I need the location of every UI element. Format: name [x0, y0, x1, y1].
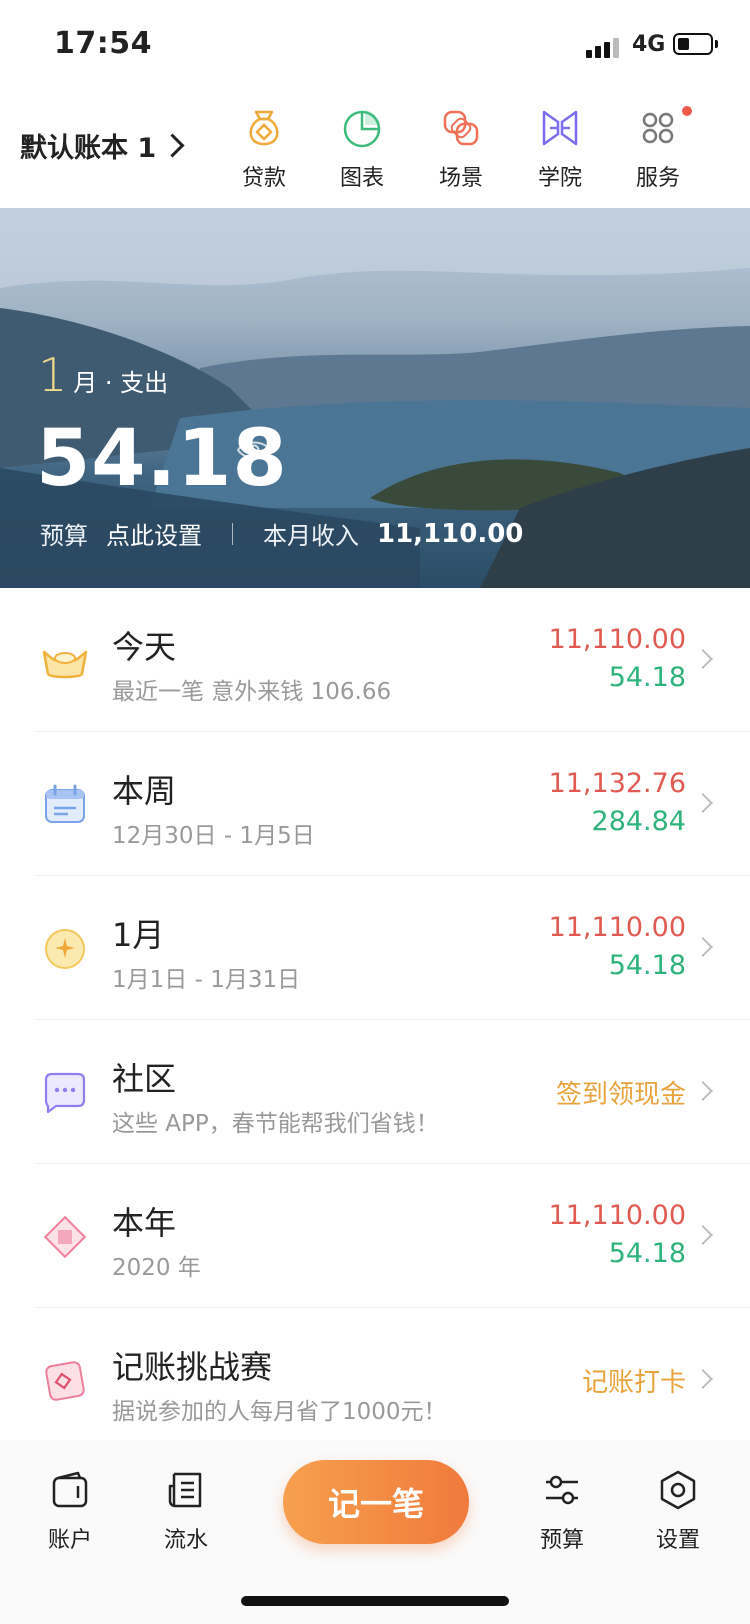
list-item-community[interactable]: 社区 这些 APP，春节能帮我们省钱！ 签到领现金 [0, 1020, 750, 1164]
ledger-icon [168, 1472, 202, 1508]
row-title: 社区 [112, 1060, 177, 1098]
row-subtitle: 这些 APP，春节能帮我们省钱！ [112, 1111, 439, 1137]
row-expense: 54.18 [608, 662, 686, 693]
list-item-year[interactable]: 本年 2020 年 11,110.00 54.18 [0, 1164, 750, 1308]
tab-account[interactable]: 账户 [30, 1468, 110, 1554]
tab-settings[interactable]: 设置 [638, 1468, 718, 1554]
nav-chart[interactable]: 图表 [322, 106, 402, 192]
services-grid-icon [642, 112, 674, 144]
record-entry-button[interactable]: 记一笔 [283, 1460, 469, 1544]
status-bar: 17:54 4G [0, 0, 750, 92]
hexagon-settings-icon [660, 1470, 696, 1510]
row-income: 11,110.00 [548, 1200, 686, 1231]
scene-knot-icon [443, 110, 479, 146]
chevron-right-icon [693, 793, 713, 813]
row-title: 记账挑战赛 [112, 1348, 273, 1386]
row-title: 1月 [112, 916, 165, 954]
income-value: 11,110.00 [377, 518, 524, 549]
eye-icon[interactable] [236, 438, 272, 462]
academy-butterfly-icon [542, 110, 578, 146]
row-expense: 284.84 [591, 806, 686, 837]
diamond-icon [43, 1215, 87, 1259]
tab-budget[interactable]: 预算 [522, 1468, 602, 1554]
nav-loan-label: 贷款 [241, 166, 286, 191]
chevron-right-icon [160, 133, 185, 158]
sliders-icon [546, 1475, 578, 1505]
tab-account-label: 账户 [47, 1528, 92, 1553]
notification-dot [682, 106, 692, 116]
summary-banner[interactable]: 1 月 · 支出 54.18 预算 点此设置 本月收入 11,110.00 [0, 208, 750, 588]
home-indicator[interactable] [241, 1596, 509, 1606]
calendar-icon [45, 784, 85, 823]
network-label: 4G [632, 32, 666, 57]
month-number: 1 [38, 348, 68, 402]
budget-set-link[interactable]: 点此设置 [106, 516, 202, 551]
book-name: 默认账本 1 [20, 133, 157, 164]
checkin-cash-link[interactable]: 签到领现金 [556, 1074, 686, 1111]
row-expense: 54.18 [608, 1238, 686, 1269]
wallet-icon [52, 1471, 88, 1508]
row-income: 11,110.00 [548, 624, 686, 655]
summary-list: 今天 最近一笔 意外来钱 106.66 11,110.00 54.18 本周 1… [0, 588, 750, 1452]
row-subtitle: 1月1日 - 1月31日 [112, 967, 301, 993]
row-subtitle: 最近一笔 意外来钱 106.66 [112, 679, 392, 705]
list-item-today[interactable]: 今天 最近一笔 意外来钱 106.66 11,110.00 54.18 [0, 588, 750, 732]
row-income: 11,110.00 [548, 912, 686, 943]
chevron-right-icon [693, 1369, 713, 1389]
row-expense: 54.18 [608, 950, 686, 981]
chevron-right-icon [693, 937, 713, 957]
row-subtitle: 12月30日 - 1月5日 [112, 823, 315, 849]
nav-services[interactable]: 服务 [618, 106, 698, 192]
nav-loan[interactable]: 贷款 [224, 106, 304, 192]
chevron-right-icon [693, 649, 713, 669]
gold-ingot-icon [42, 650, 88, 679]
loan-bag-icon [249, 110, 279, 146]
budget-income-row: 预算 点此设置 本月收入 11,110.00 [40, 516, 523, 551]
month-expense-label: 1 月 · 支出 [38, 348, 168, 402]
status-time: 17:54 [54, 26, 152, 61]
list-item-week[interactable]: 本周 12月30日 - 1月5日 11,132.76 284.84 [0, 732, 750, 876]
bookkeeping-checkin-link[interactable]: 记账打卡 [582, 1362, 686, 1399]
red-envelope-icon [45, 1361, 85, 1401]
row-title: 本年 [112, 1204, 177, 1242]
moon-star-icon [45, 929, 85, 969]
battery-icon [673, 33, 713, 55]
nav-academy[interactable]: 学院 [520, 106, 600, 192]
month-text: 月 · 支出 [73, 369, 169, 397]
row-subtitle: 据说参加的人每月省了1000元！ [112, 1399, 447, 1425]
row-title: 本周 [112, 772, 177, 810]
budget-label: 预算 [40, 522, 88, 550]
nav-scene[interactable]: 场景 [421, 106, 501, 192]
pie-chart-icon [343, 110, 381, 148]
chat-bubble-icon [44, 1072, 86, 1114]
list-item-challenge[interactable]: 记账挑战赛 据说参加的人每月省了1000元！ 记账打卡 [0, 1308, 750, 1452]
tab-settings-label: 设置 [655, 1528, 700, 1553]
income-label: 本月收入 [263, 522, 359, 550]
chevron-right-icon [693, 1081, 713, 1101]
nav-academy-label: 学院 [537, 166, 582, 191]
row-subtitle: 2020 年 [112, 1255, 201, 1281]
nav-services-label: 服务 [635, 166, 680, 191]
row-title: 今天 [112, 628, 177, 666]
chevron-right-icon [693, 1225, 713, 1245]
divider [232, 522, 233, 545]
nav-chart-label: 图表 [339, 166, 384, 191]
signal-icon [586, 36, 626, 58]
tab-budget-label: 预算 [539, 1528, 584, 1553]
header: 默认账本 1 贷款 图表 场景 学院 服务 [0, 92, 750, 208]
list-item-month[interactable]: 1月 1月1日 - 1月31日 11,110.00 54.18 [0, 876, 750, 1020]
tab-flow-label: 流水 [163, 1528, 208, 1553]
nav-scene-label: 场景 [438, 166, 483, 191]
row-income: 11,132.76 [548, 768, 686, 799]
tab-flow[interactable]: 流水 [146, 1468, 226, 1554]
book-switcher[interactable]: 默认账本 1 [20, 126, 185, 165]
